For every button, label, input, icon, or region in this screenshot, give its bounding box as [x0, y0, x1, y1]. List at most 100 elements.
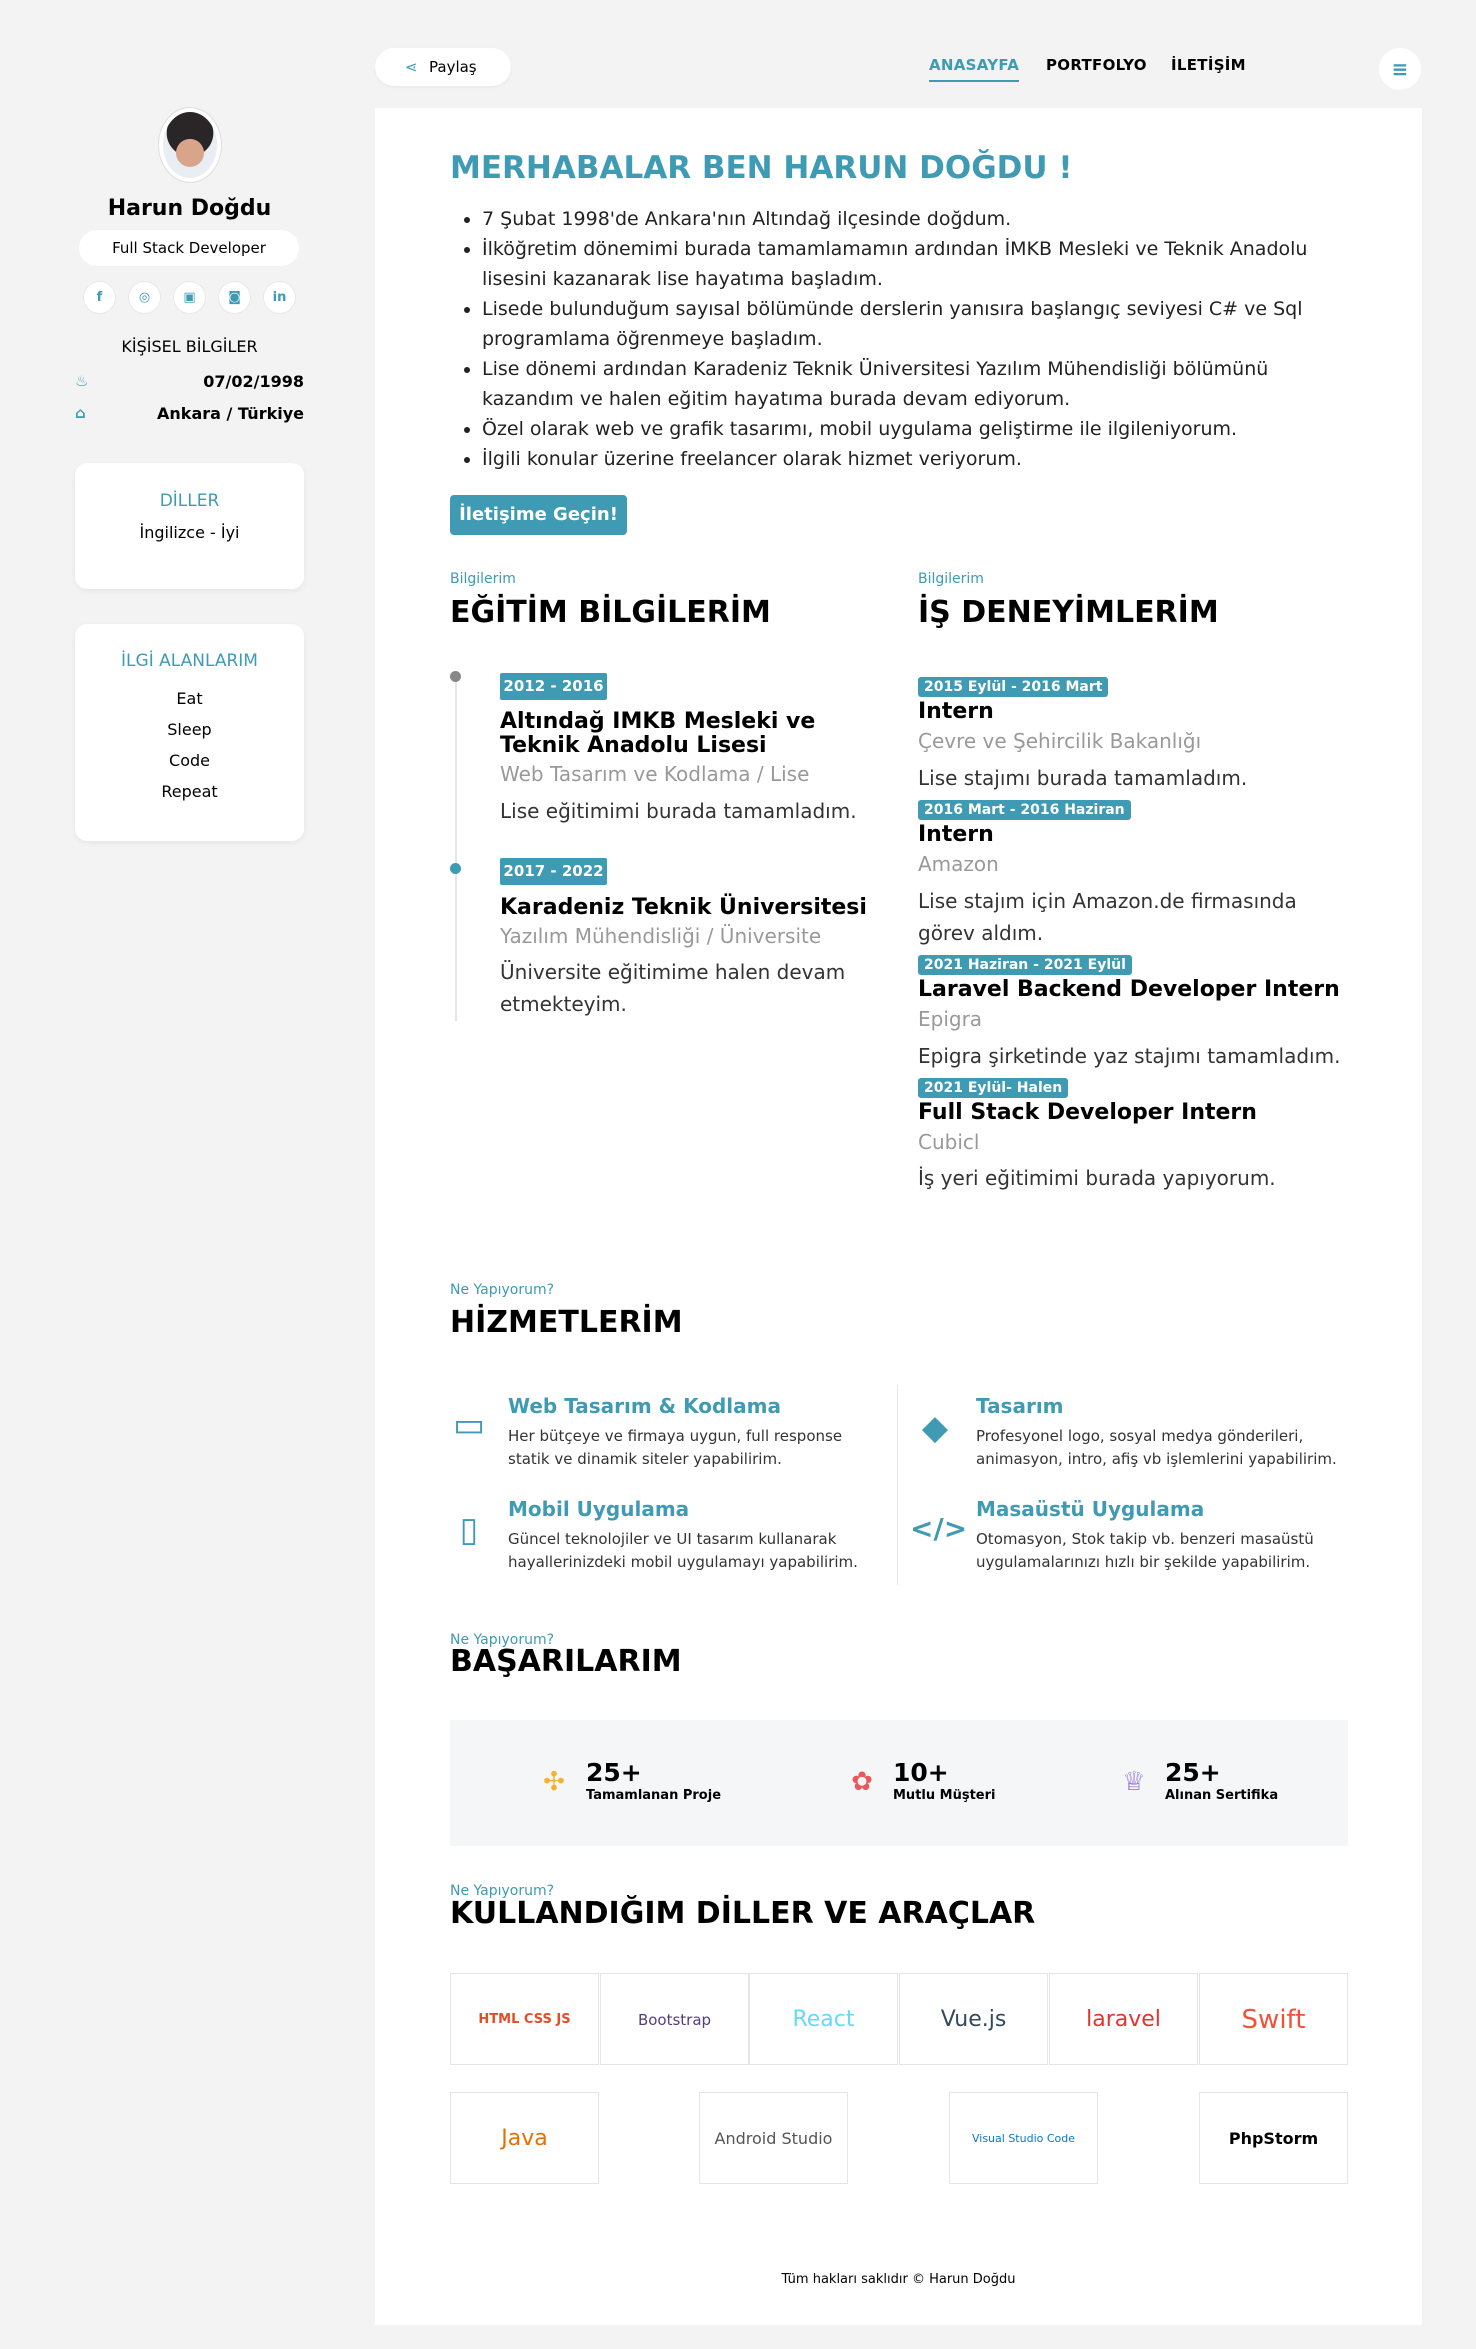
interests-heading: İLGİ ALANLARIM — [121, 651, 258, 671]
experience-desc: Epigra şirketinde yaz stajımı tamamladım… — [918, 1044, 1341, 1068]
education-eyebrow: Bilgilerim — [450, 571, 516, 587]
profile-name: Harun Doğdu — [107, 196, 272, 221]
personal-info-heading: KİŞİSEL BİLGİLER — [121, 337, 258, 356]
twitter-icon[interactable]: ▣ — [173, 281, 206, 314]
timeline-dot — [450, 671, 461, 682]
social-links: f ◎ ▣ ◙ in — [75, 281, 304, 314]
experience-dates: 2021 Haziran - 2021 Eylül — [918, 955, 1132, 975]
achievement-label: Alınan Sertifika — [1165, 1788, 1279, 1803]
service-desc: Otomasyon, Stok takip vb. benzeri masaüs… — [976, 1530, 1314, 1571]
education-desc: Lise eğitimimi burada tamamladım. — [500, 799, 857, 823]
tool-logo-vscode: Visual Studio Code — [949, 2092, 1098, 2184]
tool-logo-vue: Vue.js — [899, 1973, 1048, 2065]
education-school: Karadeniz Teknik Üniversitesi — [500, 895, 867, 920]
service-desc: Profesyonel logo, sosyal medya gönderile… — [976, 1427, 1337, 1468]
education-desc: Üniversite eğitimime halen devam etmekte… — [500, 960, 846, 1016]
intro-list: 7 Şubat 1998'de Ankara'nın Altındağ ilçe… — [450, 204, 1330, 474]
interest-item: Repeat — [161, 782, 218, 801]
nav-contact[interactable]: İLETİŞİM — [1171, 56, 1246, 74]
laptop-icon: ▭ — [452, 1405, 486, 1445]
top-bar: ⋖ Paylaş ANASAYFA PORTFOLYO İLETİŞİM ≡ — [375, 48, 1422, 90]
experience-dates: 2021 Eylül- Halen — [918, 1078, 1069, 1098]
education-timeline — [455, 677, 457, 1021]
service-title: Web Tasarım & Kodlama — [508, 1394, 781, 1418]
service-desc: Güncel teknolojiler ve UI tasarım kullan… — [508, 1530, 858, 1571]
facebook-icon[interactable]: f — [83, 281, 116, 314]
education-years: 2012 - 2016 — [500, 673, 607, 700]
achievement-label: Mutlu Müşteri — [893, 1788, 996, 1803]
home-icon: ⌂ — [75, 404, 86, 422]
experience-desc: İş yeri eğitimimi burada yapıyorum. — [918, 1166, 1276, 1190]
location: Ankara / Türkiye — [157, 404, 304, 423]
nav-portfolio[interactable]: PORTFOLYO — [1046, 56, 1147, 74]
education-heading: EĞİTİM BİLGİLERİM — [450, 595, 771, 630]
linkedin-icon[interactable]: in — [263, 281, 296, 314]
services-divider — [897, 1385, 898, 1585]
intro-bullet: İlköğretim dönemimi burada tamamlamamın … — [482, 234, 1330, 294]
interest-item: Code — [169, 751, 210, 770]
instagram-icon[interactable]: ◙ — [218, 281, 251, 314]
experience-desc: Lise stajım için Amazon.de firmasında gö… — [918, 889, 1297, 945]
timeline-dot — [450, 863, 461, 874]
achievement-value: 25+ — [1165, 1758, 1221, 1787]
avatar — [159, 108, 221, 182]
experience-role: Intern — [918, 699, 994, 724]
experience-desc: Lise stajımı burada tamamladım. — [918, 766, 1248, 790]
languages-heading: DİLLER — [159, 491, 220, 511]
intro-bullet: Lisede bulunduğum sayısal bölümünde ders… — [482, 294, 1330, 354]
tool-logo-html-css-js: HTML CSS JS — [450, 1973, 599, 2065]
experience-heading: İŞ DENEYİMLERİM — [918, 595, 1219, 630]
intro-bullet: İlgili konular üzerine freelancer olarak… — [482, 444, 1330, 474]
service-title: Tasarım — [976, 1394, 1064, 1418]
intro-bullet: Lise dönemi ardından Karadeniz Teknik Ün… — [482, 354, 1330, 414]
achievement-value: 10+ — [893, 1758, 949, 1787]
intro-heading: MERHABALAR BEN HARUN DOĞDU ! — [450, 150, 1073, 186]
contact-cta-button[interactable]: İletişime Geçin! — [450, 495, 627, 535]
birth-date: 07/02/1998 — [203, 372, 304, 391]
tools-heading: KULLANDIĞIM DİLLER VE ARAÇLAR — [450, 1896, 1036, 1931]
experience-company: Cubicl — [918, 1130, 980, 1154]
achievements-panel: ✣ 25+ Tamamlanan Proje ✿ 10+ Mutlu Müşte… — [450, 1720, 1348, 1846]
tool-logo-android-studio: Android Studio — [699, 2092, 848, 2184]
services-eyebrow: Ne Yapıyorum? — [450, 1282, 555, 1298]
github-icon[interactable]: ◎ — [128, 281, 161, 314]
experience-company: Epigra — [918, 1007, 983, 1031]
interest-item: Sleep — [167, 720, 212, 739]
mobile-icon: ▯ — [459, 1510, 479, 1550]
experience-role: Full Stack Developer Intern — [918, 1100, 1257, 1125]
interest-item: Eat — [176, 689, 203, 708]
education-years: 2017 - 2022 — [500, 858, 607, 885]
achievement-value: 25+ — [586, 1758, 642, 1787]
intro-bullet: Özel olarak web ve grafik tasarımı, mobi… — [482, 414, 1330, 444]
services-heading: HİZMETLERİM — [450, 1305, 683, 1340]
experience-company: Amazon — [918, 852, 999, 876]
tool-logo-bootstrap: Bootstrap — [600, 1973, 749, 2065]
education-field: Web Tasarım ve Kodlama / Lise — [500, 762, 810, 786]
education-field: Yazılım Mühendisliği / Üniversite — [500, 924, 822, 948]
tool-logo-react: React — [749, 1973, 898, 2065]
education-school: Altındağ IMKB Mesleki ve Teknik Anadolu … — [500, 709, 816, 758]
experience-dates: 2016 Mart - 2016 Haziran — [918, 800, 1131, 820]
experience-dates: 2015 Eylül - 2016 Mart — [918, 677, 1109, 697]
service-title: Mobil Uygulama — [508, 1497, 690, 1521]
puzzle-icon: ✣ — [543, 1767, 565, 1797]
diamond-icon: ◆ — [921, 1408, 949, 1448]
hamburger-menu-icon[interactable]: ≡ — [1379, 48, 1421, 90]
experience-role: Intern — [918, 822, 994, 847]
tool-logo-laravel: laravel — [1049, 1973, 1198, 2065]
code-icon: </> — [910, 1512, 968, 1545]
nav-home[interactable]: ANASAYFA — [929, 56, 1020, 82]
experience-company: Çevre ve Şehircilik Bakanlığı — [918, 729, 1202, 753]
share-icon: ⋖ — [405, 58, 418, 76]
achievements-heading: BAŞARILARIM — [450, 1644, 682, 1679]
language-item: İngilizce - İyi — [139, 523, 240, 542]
footer-copyright: Tüm hakları saklıdır © Harun Doğdu — [781, 2272, 1016, 2287]
users-icon: ✿ — [851, 1767, 873, 1797]
profile-title-badge: Full Stack Developer — [79, 230, 299, 266]
share-button[interactable]: ⋖ Paylaş — [375, 48, 511, 86]
tool-logo-phpstorm: PhpStorm — [1199, 2092, 1348, 2184]
tool-logo-java: Java — [450, 2092, 599, 2184]
experience-role: Laravel Backend Developer Intern — [918, 977, 1340, 1002]
languages-card: DİLLER İngilizce - İyi — [75, 463, 304, 589]
service-title: Masaüstü Uygulama — [976, 1497, 1205, 1521]
